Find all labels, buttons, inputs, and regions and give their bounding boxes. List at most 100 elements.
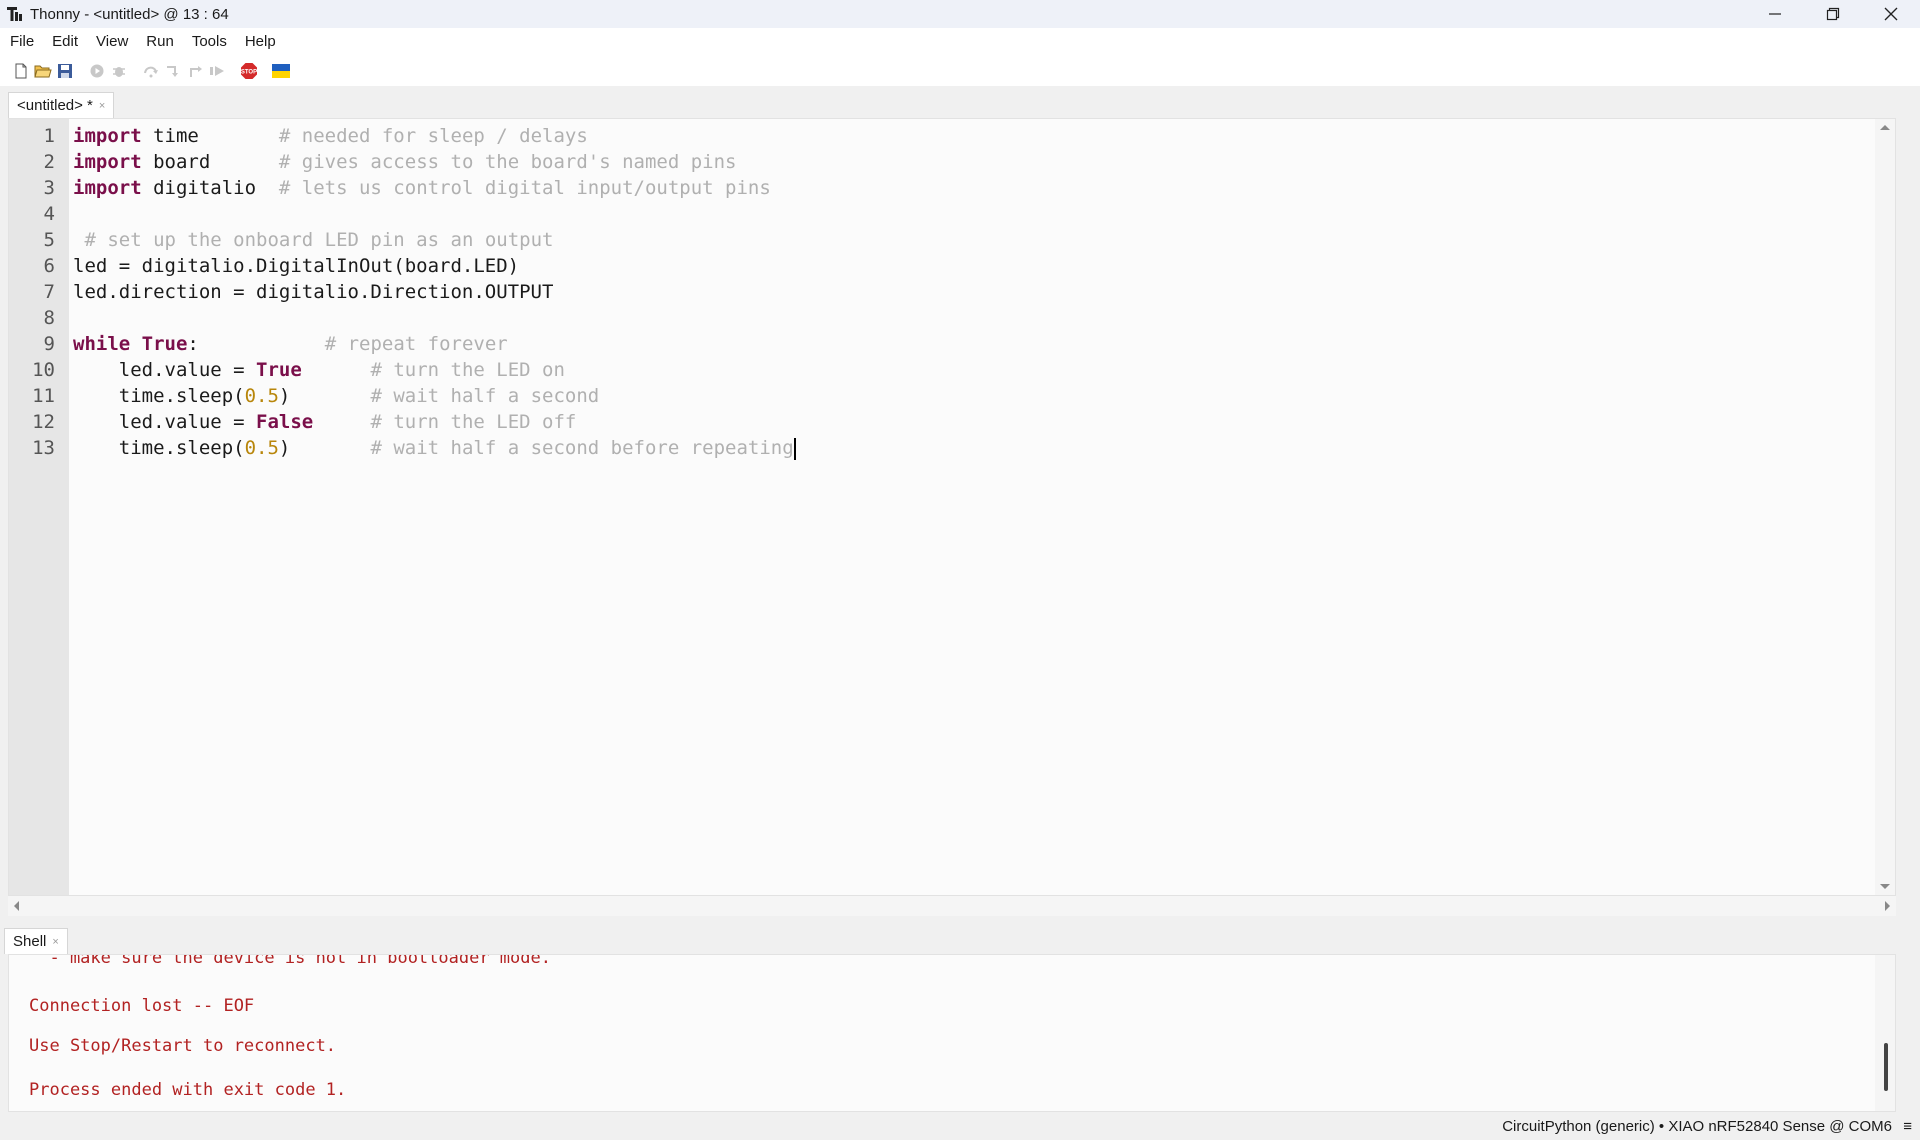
menu-tools[interactable]: Tools [186,28,233,56]
restore-icon [1826,7,1840,21]
menu-run[interactable]: Run [140,28,180,56]
code-line: import board # gives access to the board… [73,149,736,175]
code-token: : [187,333,325,355]
comment-token: # wait half a second before repeating [370,437,794,459]
title-bar: Thonny - <untitled> @ 13 : 64 [0,0,1920,28]
editor-vertical-scrollbar[interactable] [1875,119,1895,895]
menu-bar: File Edit View Run Tools Help [0,28,1920,56]
shell-output-line: Use Stop/Restart to reconnect. [29,1036,337,1056]
open-file-button[interactable] [32,60,54,82]
comment-token: # turn the LED on [370,359,565,381]
close-icon [1884,7,1898,21]
shell-output-line: - make sure the device is not in bootloa… [29,954,551,968]
stop-button[interactable]: STOP [238,60,260,82]
save-button[interactable] [54,60,76,82]
code-line: time.sleep(0.5) # wait half a second bef… [73,435,796,461]
close-window-button[interactable] [1862,0,1920,28]
debug-button[interactable] [108,60,130,82]
code-line: led = digitalio.DigitalInOut(board.LED) [73,253,519,279]
debug-icon [113,67,125,77]
scroll-left-icon[interactable] [8,896,24,916]
editor-tab-untitled[interactable]: <untitled> * × [8,92,115,118]
keyword-token: True [256,359,302,381]
resume-button[interactable] [206,60,228,82]
support-ukraine-button[interactable] [270,60,292,82]
code-text-area[interactable]: import time # needed for sleep / delays i… [69,119,1895,895]
keyword-token: False [256,411,314,433]
scroll-down-icon[interactable] [1875,879,1895,895]
code-line: time.sleep(0.5) # wait half a second [73,383,599,409]
line-number: 7 [43,281,55,303]
shell-panel[interactable]: - make sure the device is not in bootloa… [8,954,1896,1112]
keyword-token: while [73,333,131,355]
code-token: led.value = [73,411,257,433]
comment-token: # repeat forever [324,333,508,355]
code-editor[interactable]: 1 2 3 4 5 6 7 8 9 10 11 12 13 import time # needed f… [8,118,1896,896]
step-over-button[interactable] [140,60,162,82]
menu-file[interactable]: File [4,28,40,56]
tab-close-icon[interactable]: × [52,936,58,948]
keyword-token: import [73,125,142,147]
editor-horizontal-scrollbar[interactable] [8,896,1896,916]
code-line: led.direction = digitalio.Direction.OUTP… [73,279,553,305]
code-token: led.direction = digitalio.Direction.OUTP… [73,281,554,303]
line-number: 1 [43,125,55,147]
comment-token: # needed for sleep / delays [278,125,588,147]
scroll-right-icon[interactable] [1880,896,1896,916]
code-line: # set up the onboard LED pin as an outpu… [73,227,553,253]
minimize-button[interactable] [1746,0,1804,28]
line-number: 11 [32,385,55,407]
editor-tab-strip: <untitled> * × [0,86,1920,118]
shell-tab-strip: Shell × [0,926,1920,954]
shell-vertical-scrollbar[interactable] [1875,955,1895,1111]
open-file-icon [34,65,52,78]
restore-button[interactable] [1804,0,1862,28]
step-into-button[interactable] [162,60,184,82]
toolbar: STOP [0,56,1920,86]
comment-token: # set up the onboard LED pin as an outpu… [84,229,554,251]
code-token: digitalio [141,177,279,199]
line-number: 12 [32,411,55,433]
code-token: time [141,125,279,147]
comment-token: # wait half a second [370,385,600,407]
comment-token: # gives access to the board's named pins [278,151,737,173]
line-number: 9 [43,333,55,355]
tab-close-icon[interactable]: × [99,100,105,112]
run-button[interactable] [86,60,108,82]
status-menu-icon[interactable]: ≡ [1903,1114,1912,1140]
line-number: 4 [43,203,55,225]
menu-help[interactable]: Help [239,28,282,56]
editor-tab-label: <untitled> * [17,97,93,114]
shell-scroll-thumb[interactable] [1884,1043,1888,1091]
step-out-icon [190,66,202,77]
code-token: time.sleep( [73,385,245,407]
step-out-button[interactable] [184,60,206,82]
code-token: time.sleep( [73,437,245,459]
number-token: 0.5 [244,437,279,459]
menu-edit[interactable]: Edit [46,28,84,56]
code-line: led.value = False # turn the LED off [73,409,577,435]
line-number: 10 [32,359,55,381]
scroll-up-icon[interactable] [1875,119,1895,135]
minimize-icon [1769,13,1781,15]
shell-output-line: Connection lost -- EOF [29,996,255,1016]
svg-text:STOP: STOP [241,70,257,76]
menu-view[interactable]: View [90,28,134,56]
comment-token: # turn the LED off [370,411,577,433]
new-file-button[interactable] [10,60,32,82]
code-token: ) [278,437,371,459]
line-number: 2 [43,151,55,173]
step-into-icon [167,66,178,77]
comment-token: # lets us control digital input/output p… [278,177,771,199]
interpreter-status[interactable]: CircuitPython (generic) • XIAO nRF52840 … [1502,1114,1892,1140]
step-over-icon [144,66,158,78]
stop-icon: STOP [241,63,257,79]
number-token: 0.5 [244,385,279,407]
window-controls [1746,0,1920,28]
line-number: 5 [43,229,55,251]
line-number: 8 [43,307,55,329]
shell-tab[interactable]: Shell × [4,928,68,954]
code-line: while True: # repeat forever [73,331,508,357]
